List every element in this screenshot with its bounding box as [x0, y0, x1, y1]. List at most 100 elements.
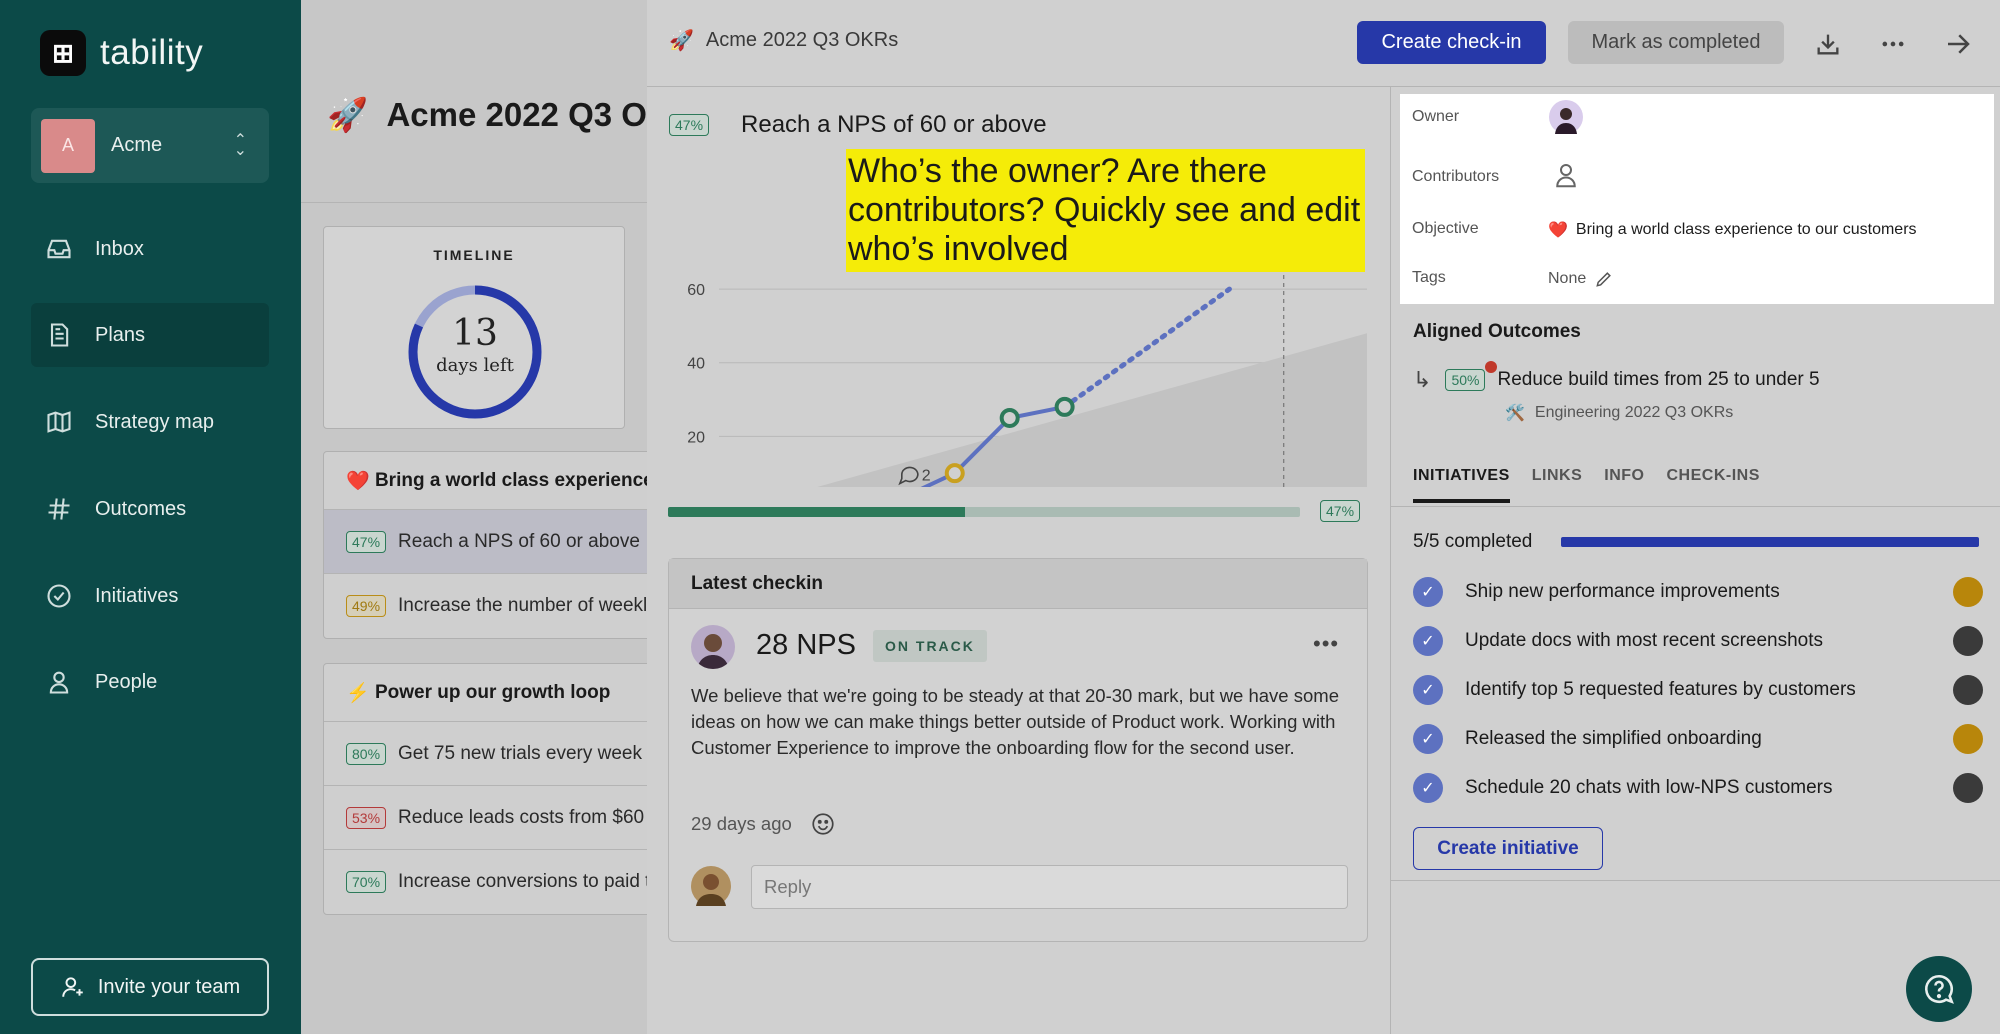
reply-input[interactable]: Reply: [751, 865, 1348, 909]
initiative-row[interactable]: ✓ Schedule 20 chats with low-NPS custome…: [1413, 771, 1983, 805]
smiley-icon[interactable]: [810, 811, 836, 837]
more-icon[interactable]: [1875, 26, 1911, 62]
checkin-time: 29 days ago: [691, 813, 792, 834]
nav-item-outcomes[interactable]: Outcomes: [31, 477, 269, 541]
close-arrow-icon[interactable]: [1940, 26, 1976, 62]
rocket-icon: 🚀: [669, 30, 694, 52]
checkmark-icon[interactable]: ✓: [1413, 675, 1443, 705]
nav-item-people[interactable]: People: [31, 650, 269, 714]
initiative-row[interactable]: ✓ Identify top 5 requested features by c…: [1413, 673, 1983, 707]
objective-card[interactable]: ⚡ Power up our growth loop 80% Get 75 new…: [323, 663, 669, 915]
kr-meta-panel: Owner Contributors Objective ❤️ Bring a w…: [1400, 94, 1994, 304]
objective-title[interactable]: ❤️ Bring a world class experience to our…: [324, 452, 668, 510]
initiative-title: Schedule 20 chats with low-NPS customers: [1465, 777, 1833, 798]
checkmark-icon[interactable]: ✓: [1413, 724, 1443, 754]
workspace-avatar: A: [41, 118, 95, 173]
checkmark-icon[interactable]: ✓: [1413, 577, 1443, 607]
initiative-row[interactable]: ✓ Ship new performance improvements: [1413, 575, 1983, 609]
y-tick-label: 20: [687, 429, 705, 446]
owner-avatar[interactable]: [1549, 100, 1583, 134]
kr-progress-badge: 70%: [346, 871, 387, 893]
kr-title: Reach a NPS of 60 or above: [398, 530, 640, 552]
latest-checkin-card: Latest checkin 28 NPS ON TRACK ••• We be…: [668, 558, 1368, 942]
aligned-plan[interactable]: 🛠️ Engineering 2022 Q3 OKRs: [1505, 403, 1733, 423]
kr-row[interactable]: 49% Increase the number of weekly active …: [324, 574, 668, 638]
tools-icon: 🛠️: [1505, 405, 1525, 422]
create-initiative-button[interactable]: Create initiative: [1413, 827, 1603, 870]
checkin-point[interactable]: [1054, 396, 1075, 417]
divider: [1391, 506, 2000, 507]
kr-title: Get 75 new trials every week: [398, 742, 642, 764]
kr-progress-badge: 80%: [346, 742, 387, 765]
checkmark-icon[interactable]: ✓: [1413, 773, 1443, 803]
checkin-time-row: 29 days ago: [691, 811, 836, 837]
create-checkin-button[interactable]: Create check-in: [1357, 21, 1546, 64]
objective-title[interactable]: ⚡ Power up our growth loop: [324, 664, 668, 722]
kr-progress-badge: 47%: [669, 114, 710, 136]
add-contributor-icon[interactable]: [1551, 160, 1581, 190]
tab-initiatives[interactable]: INITIATIVES: [1413, 467, 1510, 503]
workspace-name: Acme: [111, 134, 163, 156]
kr-row[interactable]: 53% Reduce leads costs from $60 to $30: [324, 786, 668, 850]
map-icon: [47, 411, 71, 433]
invite-team-button[interactable]: Invite your team: [31, 958, 269, 1016]
avatar[interactable]: [1953, 577, 1983, 607]
more-icon[interactable]: •••: [1313, 631, 1339, 657]
nav-item-inbox[interactable]: Inbox: [31, 217, 269, 281]
person-icon: [49, 671, 69, 694]
avatar[interactable]: [1953, 773, 1983, 803]
checkmark-icon[interactable]: ✓: [1413, 626, 1443, 656]
aligned-progress-badge: 50%: [1445, 369, 1486, 391]
tab-check-ins[interactable]: CHECK-INS: [1666, 467, 1759, 503]
owner-label: Owner: [1412, 108, 1460, 125]
download-icon[interactable]: [1810, 26, 1846, 62]
kr-title: Increase the number of weekly active use…: [398, 595, 668, 616]
mark-completed-button[interactable]: Mark as completed: [1568, 21, 1784, 64]
nav-label: Outcomes: [95, 497, 187, 520]
aligned-outcome[interactable]: ↳ 50% Reduce build times from 25 to unde…: [1413, 361, 1820, 393]
kr-title: Increase conversions to paid to 20%: [398, 871, 668, 892]
kr-title: Reduce leads costs from $60 to $30: [398, 806, 668, 828]
completed-progress-bar: [1561, 537, 1979, 547]
initiative-row[interactable]: ✓ Released the simplified onboarding: [1413, 722, 1983, 756]
checkin-point[interactable]: [999, 407, 1020, 428]
initiative-title: Identify top 5 requested features by cus…: [1465, 679, 1856, 700]
lightning-icon: ⚡: [346, 682, 370, 704]
tab-links[interactable]: LINKS: [1532, 467, 1583, 503]
return-arrow-icon: ↳: [1413, 367, 1432, 392]
objective-card[interactable]: ❤️ Bring a world class experience to our…: [323, 451, 669, 639]
kr-row[interactable]: 47% Reach a NPS of 60 or above: [324, 510, 668, 574]
avatar[interactable]: [691, 625, 735, 669]
checkin-point[interactable]: [944, 463, 965, 484]
initiative-row[interactable]: ✓ Update docs with most recent screensho…: [1413, 624, 1983, 658]
pencil-icon[interactable]: [1594, 269, 1614, 289]
kr-row[interactable]: 80% Get 75 new trials every week: [324, 722, 668, 786]
logo-icon: ⊞: [40, 30, 86, 76]
nav-item-strategy-map[interactable]: Strategy map: [31, 390, 269, 454]
checkin-header: Latest checkin: [669, 559, 1367, 609]
logo[interactable]: ⊞ tability: [40, 30, 203, 76]
initiative-title: Update docs with most recent screenshots: [1465, 630, 1824, 651]
kr-progress-badge: 53%: [346, 806, 387, 829]
objective-link[interactable]: ❤️ Bring a world class experience to our …: [1548, 220, 1917, 240]
workspace-switcher[interactable]: A Acme ⌃ ⌄: [31, 108, 269, 183]
help-chat-button[interactable]: [1906, 956, 1972, 1022]
tab-info[interactable]: INFO: [1604, 467, 1644, 503]
avatar[interactable]: [1953, 675, 1983, 705]
avatar[interactable]: [1953, 724, 1983, 754]
drawer-plan-title[interactable]: 🚀 Acme 2022 Q3 OKRs: [669, 28, 898, 53]
nav-label: People: [95, 670, 158, 693]
nav-item-initiatives[interactable]: Initiatives: [31, 564, 269, 628]
kr-header: 47% Reach a NPS of 60 or above: [669, 111, 1047, 139]
initiative-title: Released the simplified onboarding: [1465, 728, 1762, 749]
kr-row[interactable]: 70% Increase conversions to paid to 20%: [324, 850, 668, 914]
kr-progress-fill: [668, 507, 966, 517]
comment-count: 2: [922, 468, 931, 485]
tags-value[interactable]: None: [1548, 269, 1614, 289]
days-left-count: 13: [452, 313, 498, 354]
kr-progress-badge: 47%: [346, 530, 387, 553]
nav-item-plans[interactable]: Plans: [31, 303, 269, 367]
kr-progress-bar: [668, 507, 1300, 517]
tags-label: Tags: [1412, 269, 1446, 286]
avatar[interactable]: [1953, 626, 1983, 656]
